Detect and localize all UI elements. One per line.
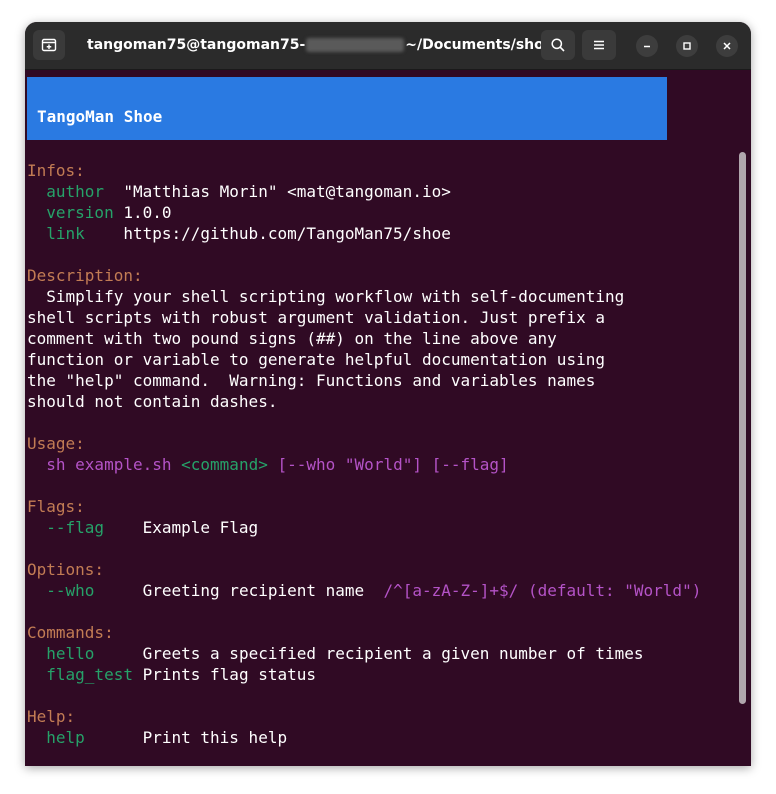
- title-bar: tangoman75@tangoman75- ~/Documents/sho…: [25, 22, 751, 70]
- new-tab-icon: [41, 38, 57, 52]
- flag-desc: Example Flag: [142, 518, 259, 537]
- usage-line: sh example.sh <command> [--who "World"] …: [27, 454, 509, 475]
- help-desc: Print this help: [142, 728, 288, 747]
- command-row: flag_test Prints flag status: [27, 664, 316, 685]
- usage-who-arg: [--who "World"]: [277, 455, 422, 474]
- usage-flag-arg: [--flag]: [431, 455, 509, 474]
- command-name: hello: [46, 644, 95, 663]
- minimize-icon: [644, 45, 650, 48]
- description-line: comment with two pound signs (##) on the…: [27, 329, 557, 348]
- option-name: --who: [46, 581, 95, 600]
- maximize-button[interactable]: [676, 35, 698, 57]
- info-key: version: [46, 203, 114, 222]
- redacted-hostname: [306, 38, 405, 52]
- option-pattern: /^[a-zA-Z-]+$/: [383, 581, 519, 600]
- help-header: Help:: [27, 707, 76, 726]
- infos-header: Infos:: [27, 161, 85, 180]
- usage-header: Usage:: [27, 434, 85, 453]
- info-row-author: author "Matthias Morin" <mat@tangoman.io…: [27, 181, 451, 202]
- command-row: hello Greets a specified recipient a giv…: [27, 643, 644, 664]
- flags-header: Flags:: [27, 497, 85, 516]
- flag-row: --flag Example Flag: [27, 517, 258, 538]
- option-default: (default: "World"): [527, 581, 702, 600]
- option-desc: Greeting recipient name: [142, 581, 365, 600]
- banner: TangoMan Shoe: [27, 77, 667, 140]
- new-tab-button[interactable]: [33, 30, 65, 60]
- terminal-window: tangoman75@tangoman75- ~/Documents/sho…: [25, 22, 751, 766]
- description-line: shell scripts with robust argument valid…: [27, 308, 605, 327]
- minimize-button[interactable]: [636, 35, 658, 57]
- banner-title: TangoMan Shoe: [37, 107, 163, 126]
- maximize-icon: [683, 42, 691, 50]
- commands-header: Commands:: [27, 623, 114, 642]
- scrollbar[interactable]: [739, 152, 746, 704]
- options-header: Options:: [27, 560, 105, 579]
- info-value: "Matthias Morin" <mat@tangoman.io>: [123, 182, 451, 201]
- description-line: should not contain dashes.: [27, 392, 278, 411]
- close-button[interactable]: [716, 35, 738, 57]
- flag-name: --flag: [46, 518, 105, 537]
- window-title: tangoman75@tangoman75- ~/Documents/sho…: [87, 22, 558, 69]
- title-path: ~/Documents/sho…: [405, 37, 558, 53]
- menu-button[interactable]: [582, 30, 616, 60]
- description-header: Description:: [27, 266, 143, 285]
- close-icon: [723, 42, 731, 50]
- command-desc: Prints flag status: [142, 665, 316, 684]
- search-icon: [551, 38, 565, 52]
- usage-command-arg: <command>: [181, 455, 268, 474]
- terminal-output[interactable]: TangoMan Shoe Infos: author "Matthias Mo…: [25, 70, 751, 766]
- help-row: help Print this help: [27, 727, 287, 748]
- info-value: https://github.com/TangoMan75/shoe: [123, 224, 451, 243]
- help-name: help: [46, 728, 85, 747]
- description-line: function or variable to generate helpful…: [27, 350, 605, 369]
- command-name: flag_test: [46, 665, 133, 684]
- hamburger-menu-icon: [594, 40, 604, 50]
- info-row-version: version 1.0.0: [27, 202, 172, 223]
- usage-cmd: sh example.sh: [46, 455, 172, 474]
- title-user-host: tangoman75@tangoman75-: [87, 37, 306, 53]
- command-desc: Greets a specified recipient a given num…: [142, 644, 644, 663]
- description-line: the "help" command. Warning: Functions a…: [27, 371, 596, 390]
- description-line: Simplify your shell scripting workflow w…: [27, 287, 625, 306]
- info-key: link: [46, 224, 85, 243]
- search-button[interactable]: [541, 30, 575, 60]
- option-row: --who Greeting recipient name /^[a-zA-Z-…: [27, 580, 701, 601]
- info-value: 1.0.0: [123, 203, 172, 222]
- info-row-link: link https://github.com/TangoMan75/shoe: [27, 223, 451, 244]
- info-key: author: [46, 182, 105, 201]
